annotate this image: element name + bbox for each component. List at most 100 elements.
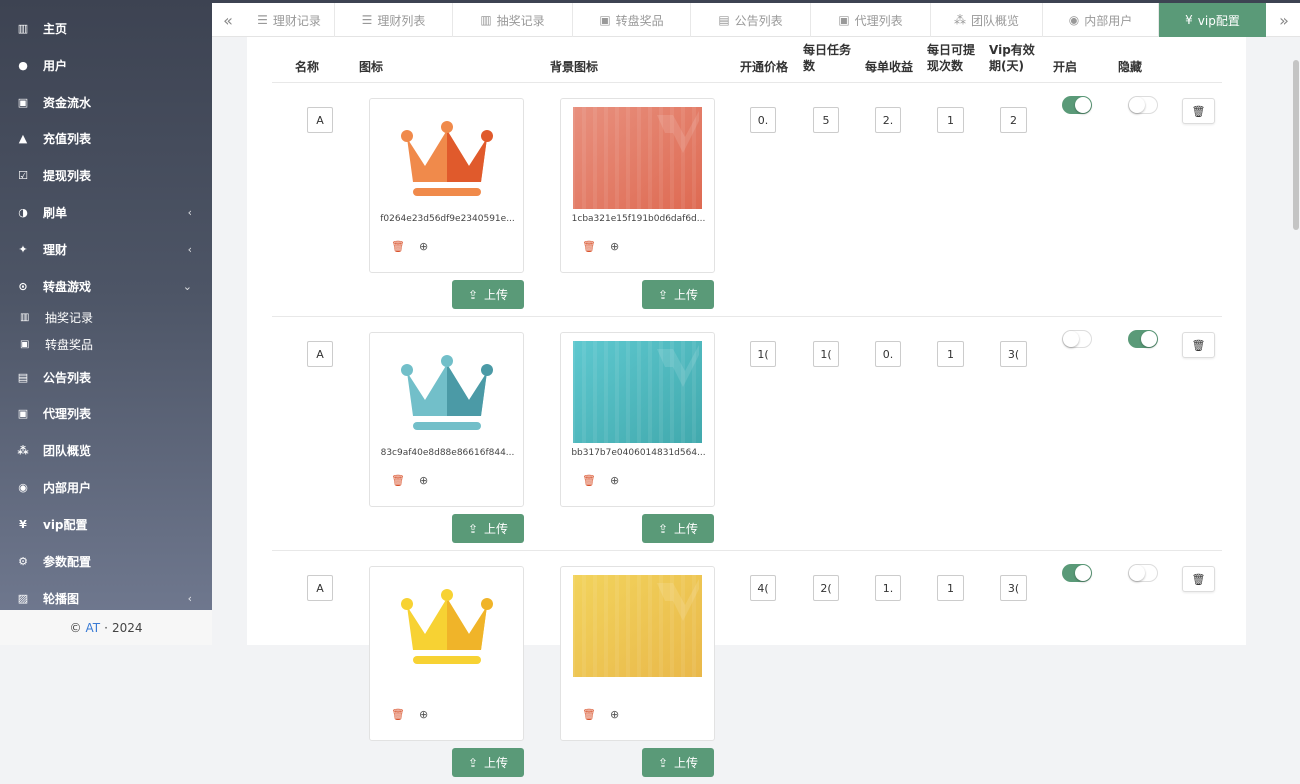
vip-icon: ¥ <box>19 517 27 531</box>
enabled-toggle[interactable] <box>1062 96 1092 114</box>
enabled-toggle[interactable] <box>1062 330 1092 348</box>
tab-label: 转盘奖品 <box>615 13 664 28</box>
zoom-icon[interactable]: ⊕ <box>419 708 428 721</box>
income-input[interactable]: 0. <box>875 341 901 367</box>
zoom-icon[interactable]: ⊕ <box>610 240 619 253</box>
sidebar-item-9[interactable]: ▣ 代理列表 <box>0 395 212 431</box>
trash-icon[interactable]: 🗑 <box>582 708 596 721</box>
footer-dot: · <box>104 620 108 635</box>
tabs-scroll-left-button[interactable]: « <box>212 3 244 37</box>
sidebar-item-4[interactable]: ☑ 提现列表 <box>0 157 212 193</box>
tasks-input[interactable]: 2( <box>813 575 839 601</box>
tab-0[interactable]: ☰ 理财记录 <box>244 3 335 37</box>
tab-label: vip配置 <box>1197 13 1240 28</box>
sidebar-item-7[interactable]: ⊙ 转盘游戏 ⌄ <box>0 268 212 304</box>
trash-icon[interactable]: 🗑 <box>391 240 405 253</box>
withdraw-input[interactable]: 1 <box>937 341 964 367</box>
page-scrollbar[interactable] <box>1293 60 1299 230</box>
delete-row-button[interactable]: 🗑 <box>1182 98 1215 124</box>
tab-7[interactable]: ◉ 内部用户 <box>1043 3 1159 37</box>
sidebar-item-12[interactable]: ¥ vip配置 <box>0 506 212 542</box>
tab-1[interactable]: ☰ 理财列表 <box>335 3 453 37</box>
hidden-toggle[interactable] <box>1128 330 1158 348</box>
zoom-icon[interactable]: ⊕ <box>419 240 428 253</box>
upload-icon-button[interactable]: ⇪ 上传 <box>452 280 524 309</box>
column-header-withdraw-line1: 每日可提 <box>927 43 976 57</box>
agent-icon: ▣ <box>17 406 29 420</box>
tasks-input[interactable]: 5 <box>813 107 839 133</box>
column-header-income: 每单收益 <box>865 60 914 74</box>
background-image <box>573 341 702 443</box>
sidebar-item-13[interactable]: ⚙ 参数配置 <box>0 543 212 579</box>
delete-row-button[interactable]: 🗑 <box>1182 332 1215 358</box>
price-input[interactable]: 0. <box>750 107 776 133</box>
gamepad-icon: ⊙ <box>18 279 28 293</box>
price-input[interactable]: 4( <box>750 575 776 601</box>
upload-icon: ⇪ <box>467 521 479 536</box>
recharge-icon: ▲ <box>18 131 28 145</box>
income-input[interactable]: 2. <box>875 107 901 133</box>
sidebar-item-6[interactable]: ✦ 理财 ‹ <box>0 231 212 267</box>
copyright-symbol: © <box>69 620 82 635</box>
sidebar-item-label: 刷单 <box>43 205 68 220</box>
tab-2[interactable]: ▥ 抽奖记录 <box>453 3 573 37</box>
name-input[interactable]: A <box>307 341 333 367</box>
tab-3[interactable]: ▣ 转盘奖品 <box>573 3 691 37</box>
tab-6[interactable]: ⁂ 团队概览 <box>931 3 1043 37</box>
upload-icon-button[interactable]: ⇪ 上传 <box>452 748 524 777</box>
trash-icon[interactable]: 🗑 <box>582 474 596 487</box>
hidden-toggle[interactable] <box>1128 564 1158 582</box>
upload-bg-button[interactable]: ⇪ 上传 <box>642 514 714 543</box>
user-circle-icon: ◉ <box>1068 13 1080 27</box>
upload-icon-button[interactable]: ⇪ 上传 <box>452 514 524 543</box>
withdraw-input[interactable]: 1 <box>937 575 964 601</box>
name-input[interactable]: A <box>307 575 333 601</box>
tab-8[interactable]: ¥ vip配置 <box>1159 3 1266 37</box>
footer-brand-link[interactable]: AT <box>86 621 101 635</box>
income-input[interactable]: 1. <box>875 575 901 601</box>
name-input[interactable]: A <box>307 107 333 133</box>
sidebar-item-0[interactable]: ▥ 主页 <box>0 10 212 46</box>
icon-card: f0264e23d56df9e2340591e... 🗑 ⊕ <box>369 98 524 273</box>
tab-label: 公告列表 <box>734 13 783 28</box>
sidebar-item-5[interactable]: ◑ 刷单 ‹ <box>0 194 212 230</box>
sidebar-item-label: 轮播图 <box>43 591 80 606</box>
sidebar-item-label: 内部用户 <box>43 480 92 495</box>
withdraw-input[interactable]: 1 <box>937 107 964 133</box>
sidebar-subitem-0[interactable]: ▥ 抽奖记录 <box>0 304 212 330</box>
file-icon: ▤ <box>718 13 730 27</box>
valid-days-input[interactable]: 2 <box>1000 107 1027 133</box>
trash-icon[interactable]: 🗑 <box>582 240 596 253</box>
trash-icon[interactable]: 🗑 <box>391 708 405 721</box>
column-header-valid: Vip有效 期(天) <box>989 42 1035 74</box>
enabled-toggle[interactable] <box>1062 564 1092 582</box>
background-image <box>573 107 702 209</box>
column-header-enabled: 开启 <box>1053 60 1078 74</box>
sidebar-subitem-1[interactable]: ▣ 转盘奖品 <box>0 331 212 357</box>
sidebar-item-10[interactable]: ⁂ 团队概览 <box>0 432 212 468</box>
trash-icon[interactable]: 🗑 <box>391 474 405 487</box>
tab-4[interactable]: ▤ 公告列表 <box>691 3 811 37</box>
valid-days-input[interactable]: 3( <box>1000 575 1027 601</box>
zoom-icon[interactable]: ⊕ <box>610 474 619 487</box>
column-header-tasks: 每日任务数 <box>803 42 851 74</box>
delete-row-button[interactable]: 🗑 <box>1182 566 1215 592</box>
sidebar-item-11[interactable]: ◉ 内部用户 <box>0 469 212 505</box>
sidebar-item-1[interactable]: ● 用户 <box>0 47 212 83</box>
valid-days-input[interactable]: 3( <box>1000 341 1027 367</box>
hidden-toggle[interactable] <box>1128 96 1158 114</box>
upload-bg-button[interactable]: ⇪ 上传 <box>642 748 714 777</box>
upload-bg-button[interactable]: ⇪ 上传 <box>642 280 714 309</box>
zoom-icon[interactable]: ⊕ <box>610 708 619 721</box>
sidebar-item-8[interactable]: ▤ 公告列表 <box>0 359 212 395</box>
crown-icon <box>382 107 511 209</box>
tab-5[interactable]: ▣ 代理列表 <box>811 3 931 37</box>
sidebar-item-3[interactable]: ▲ 充值列表 <box>0 120 212 156</box>
trash-icon: 🗑 <box>1191 338 1206 352</box>
tasks-input[interactable]: 1( <box>813 341 839 367</box>
bar-chart-icon: ▥ <box>17 21 29 35</box>
tabs-scroll-right-button[interactable]: » <box>1268 3 1300 37</box>
sidebar-item-2[interactable]: ▣ 资金流水 <box>0 84 212 120</box>
price-input[interactable]: 1( <box>750 341 776 367</box>
zoom-icon[interactable]: ⊕ <box>419 474 428 487</box>
